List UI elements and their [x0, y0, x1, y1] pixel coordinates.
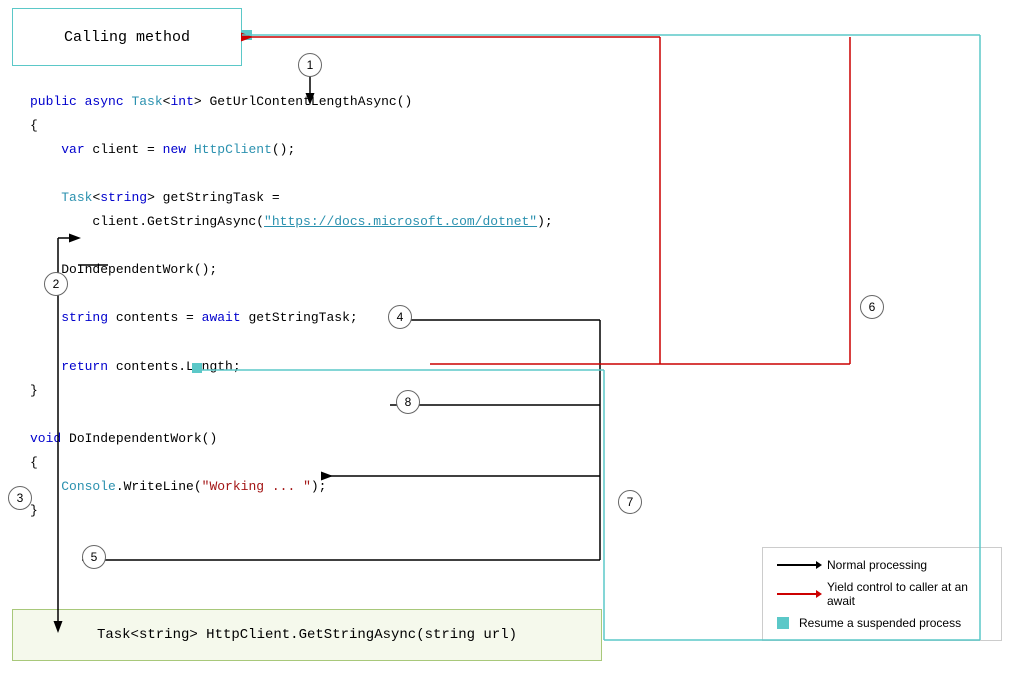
- code-line-13: }: [30, 379, 553, 403]
- code-line-12: return contents.Length;: [30, 355, 553, 379]
- code-line-17: Console.WriteLine("Working ... ");: [30, 475, 553, 499]
- code-line-5: Task<string> getStringTask =: [30, 186, 553, 210]
- code-line-14: [30, 403, 553, 427]
- task-box-label: Task<string> HttpClient.GetStringAsync(s…: [97, 627, 517, 643]
- badge-4: 4: [388, 305, 412, 329]
- calling-method-box: Calling method: [12, 8, 242, 66]
- badge-7: 7: [618, 490, 642, 514]
- cyan-dot-await: [192, 363, 202, 373]
- legend-square-cyan: [777, 617, 789, 629]
- legend-item-normal: Normal processing: [777, 558, 987, 572]
- badge-1: 1: [298, 53, 322, 77]
- legend-item-yield: Yield control to caller at an await: [777, 580, 987, 608]
- legend-label-normal: Normal processing: [827, 558, 927, 572]
- badge-5: 5: [82, 545, 106, 569]
- code-line-6: client.GetStringAsync("https://docs.micr…: [30, 210, 553, 234]
- code-line-2: {: [30, 114, 553, 138]
- code-line-7: [30, 234, 553, 258]
- code-area: public async Task<int> GetUrlContentLeng…: [30, 90, 553, 523]
- code-line-1: public async Task<int> GetUrlContentLeng…: [30, 90, 553, 114]
- badge-6: 6: [860, 295, 884, 319]
- code-line-3: var client = new HttpClient();: [30, 138, 553, 162]
- badge-8: 8: [396, 390, 420, 414]
- code-line-11: [30, 330, 553, 354]
- cyan-dot-calling: [242, 30, 252, 40]
- code-line-15: void DoIndependentWork(): [30, 427, 553, 451]
- code-line-10: string contents = await getStringTask;: [30, 306, 553, 330]
- diagram-container: Calling method Task<string> HttpClient.G…: [0, 0, 1022, 681]
- calling-method-label: Calling method: [64, 29, 190, 46]
- legend-line-red: [777, 593, 817, 595]
- task-box: Task<string> HttpClient.GetStringAsync(s…: [12, 609, 602, 661]
- legend-box: Normal processing Yield control to calle…: [762, 547, 1002, 641]
- code-line-18: }: [30, 499, 553, 523]
- code-line-16: {: [30, 451, 553, 475]
- code-line-4: [30, 162, 553, 186]
- legend-item-resume: Resume a suspended process: [777, 616, 987, 630]
- badge-2: 2: [44, 272, 68, 296]
- legend-label-resume: Resume a suspended process: [799, 616, 961, 630]
- code-line-8: DoIndependentWork();: [30, 258, 553, 282]
- legend-label-yield: Yield control to caller at an await: [827, 580, 987, 608]
- badge-3: 3: [8, 486, 32, 510]
- code-line-9: [30, 282, 553, 306]
- legend-line-black: [777, 564, 817, 566]
